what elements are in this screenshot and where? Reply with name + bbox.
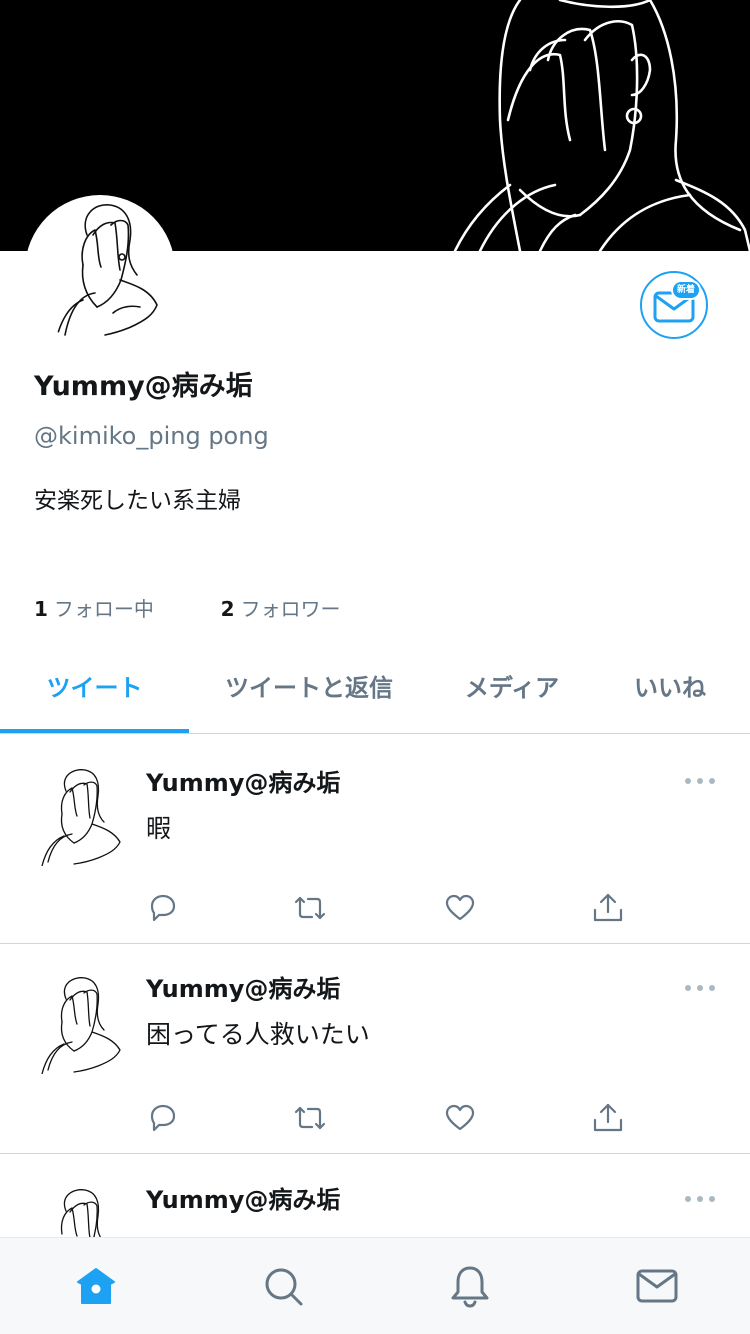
retweet-icon[interactable] bbox=[292, 1100, 328, 1136]
nav-notifications[interactable] bbox=[446, 1262, 494, 1310]
search-icon bbox=[265, 1268, 303, 1306]
nav-search[interactable] bbox=[259, 1262, 307, 1310]
share-icon[interactable] bbox=[590, 890, 626, 926]
bottom-nav bbox=[0, 1237, 750, 1334]
followers-label: フォロワー bbox=[240, 597, 341, 621]
tab-media[interactable]: メディア bbox=[429, 650, 595, 733]
profile-tabs: ツイート ツイートと返信 メディア いいね bbox=[0, 650, 750, 734]
profile-display-name: Yummy@病み垢 bbox=[34, 371, 253, 402]
tweet-item[interactable]: Yummy@病み垢 暇 bbox=[0, 734, 750, 944]
tweet-avatar[interactable] bbox=[38, 974, 128, 1074]
following-label: フォロー中 bbox=[53, 597, 154, 621]
more-options-icon[interactable] bbox=[684, 775, 716, 787]
reply-icon[interactable] bbox=[144, 1100, 180, 1136]
tweet-item[interactable]: Yummy@病み垢 困ってる人救いたい bbox=[0, 944, 750, 1154]
like-icon[interactable] bbox=[442, 890, 478, 926]
new-badge-label: 新着 bbox=[676, 285, 695, 295]
tab-tweets[interactable]: ツイート bbox=[0, 650, 189, 733]
reply-icon[interactable] bbox=[144, 890, 180, 926]
home-icon bbox=[77, 1268, 115, 1304]
nav-messages[interactable] bbox=[633, 1262, 681, 1310]
tweet-author: Yummy@病み垢 bbox=[146, 975, 341, 1003]
tweet-author: Yummy@病み垢 bbox=[146, 769, 341, 797]
bell-icon bbox=[451, 1266, 489, 1308]
like-icon[interactable] bbox=[442, 1100, 478, 1136]
profile-handle: @kimiko_ping pong bbox=[34, 422, 269, 450]
active-tab-indicator bbox=[0, 729, 189, 733]
avatar-illustration bbox=[60, 1189, 105, 1244]
tweet-text: 暇 bbox=[146, 814, 172, 843]
more-options-icon[interactable] bbox=[684, 982, 716, 994]
followers-link[interactable]: 2 フォロワー bbox=[214, 597, 341, 621]
new-message-button[interactable]: 新着 bbox=[640, 271, 708, 339]
retweet-icon[interactable] bbox=[292, 890, 328, 926]
profile-avatar[interactable] bbox=[25, 195, 175, 345]
tweet-item[interactable]: Yummy@病み垢 bbox=[0, 1154, 750, 1244]
following-count: 1 bbox=[34, 597, 48, 621]
avatar-illustration bbox=[41, 977, 121, 1074]
tweet-avatar[interactable] bbox=[38, 1186, 128, 1244]
share-icon[interactable] bbox=[590, 1100, 626, 1136]
following-link[interactable]: 1 フォロー中 bbox=[34, 597, 160, 621]
tweet-author: Yummy@病み垢 bbox=[146, 1186, 341, 1214]
avatar-illustration bbox=[54, 204, 158, 345]
mail-new-icon bbox=[653, 280, 701, 323]
followers-count: 2 bbox=[220, 597, 235, 621]
more-options-icon[interactable] bbox=[684, 1193, 716, 1205]
mail-icon bbox=[636, 1269, 678, 1303]
tab-tweets-and-replies[interactable]: ツイートと返信 bbox=[189, 650, 429, 733]
tweet-text: 困ってる人救いたい bbox=[146, 1020, 370, 1049]
profile-bio: 安楽死したい系主婦 bbox=[34, 488, 241, 514]
tweet-avatar[interactable] bbox=[38, 766, 128, 866]
avatar-illustration bbox=[41, 769, 121, 866]
tab-likes[interactable]: いいね bbox=[595, 650, 745, 733]
follow-stats: 1 フォロー中 2 フォロワー bbox=[34, 594, 341, 624]
nav-home[interactable] bbox=[72, 1262, 120, 1310]
